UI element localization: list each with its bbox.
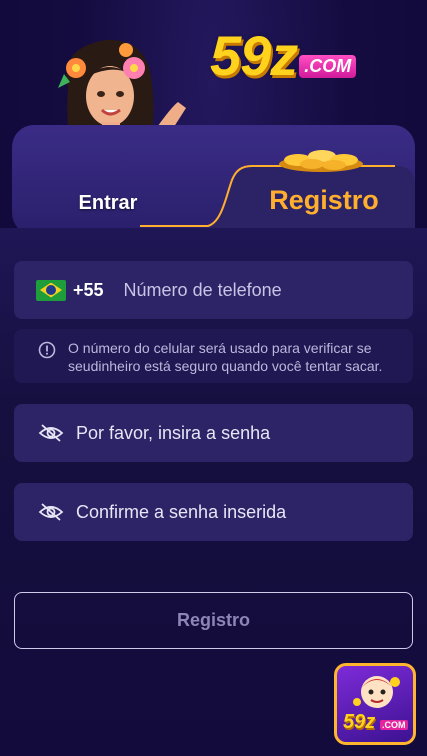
register-submit-button[interactable]: Registro (14, 592, 413, 649)
eye-off-icon[interactable] (38, 423, 64, 443)
password-input[interactable] (74, 421, 398, 445)
tab-register[interactable]: Registro (258, 185, 390, 216)
confirm-password-input[interactable] (74, 500, 398, 524)
country-code[interactable]: +55 (73, 280, 104, 301)
notice-text: O número do celular será usado para veri… (68, 340, 383, 374)
confirm-password-field[interactable] (14, 483, 413, 541)
tab-login[interactable]: Entrar (68, 192, 148, 215)
phone-field[interactable]: +55 (14, 261, 413, 319)
eye-off-icon[interactable] (38, 502, 64, 522)
phone-notice: O número do celular será usado para veri… (14, 329, 413, 383)
phone-input[interactable] (121, 278, 366, 302)
mascot-icon (353, 676, 400, 708)
badge-logo-domain: .COM (380, 720, 408, 730)
info-circle-icon (38, 341, 56, 359)
password-field[interactable] (14, 404, 413, 462)
floating-promo-badge[interactable]: 59z .COM (334, 663, 416, 745)
brazil-flag-icon (36, 279, 66, 301)
badge-logo-number: 59z (343, 711, 376, 733)
gold-coins-icon (279, 150, 363, 172)
